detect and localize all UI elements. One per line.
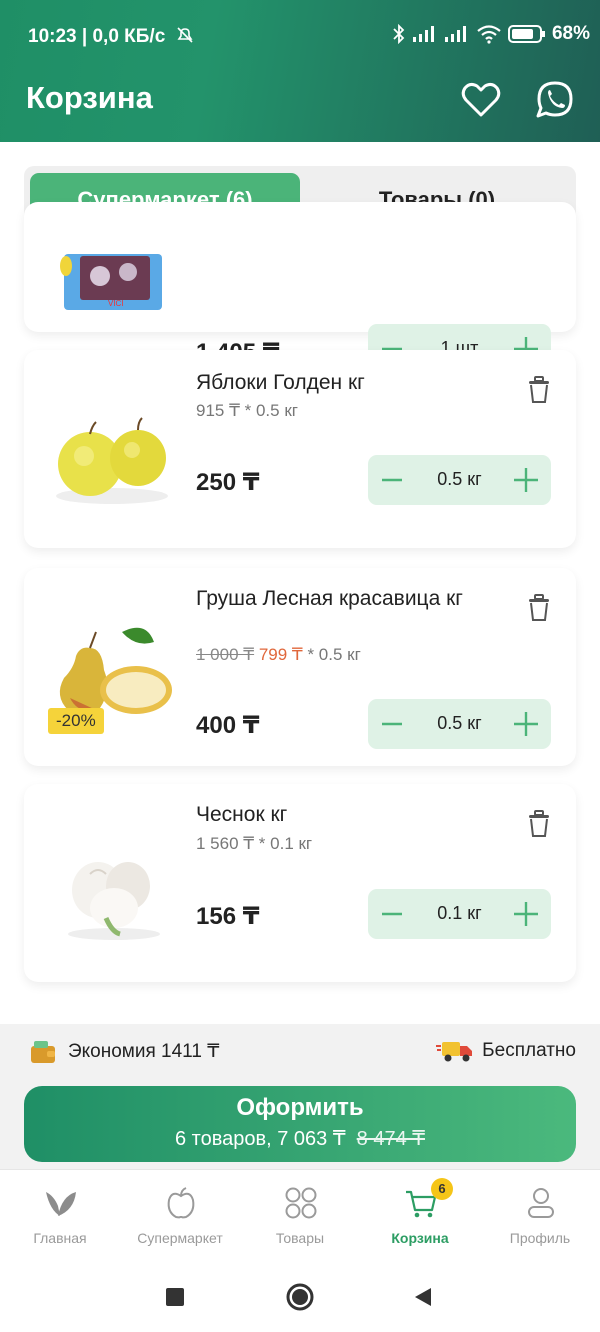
product-image: VICI	[60, 254, 162, 310]
product-name: Груша Лесная красавица кг	[196, 587, 463, 610]
tab-profile[interactable]: Профиль	[480, 1170, 600, 1262]
svg-text:VICI: VICI	[108, 299, 124, 308]
tab-supermarket-nav[interactable]: Супермаркет	[120, 1170, 240, 1262]
page-title: Корзина	[26, 80, 153, 115]
cart-summary: Экономия 1411 ₸ Бесплатно Оформить 6 тов…	[0, 1024, 600, 1169]
decrease-button[interactable]	[380, 889, 404, 939]
old-price: 1 000 ₸	[196, 645, 255, 664]
increase-button[interactable]	[513, 889, 539, 939]
signal-icon-2	[444, 26, 466, 42]
tab-label: Корзина	[391, 1230, 449, 1246]
bluetooth-icon	[393, 24, 405, 44]
decrease-button[interactable]	[380, 699, 404, 749]
wallet-icon	[31, 1041, 55, 1063]
grid-icon	[285, 1187, 317, 1219]
bottom-tab-bar: Главная Супермаркет Товары 6 Корзина Про…	[0, 1169, 600, 1261]
back-nav-icon[interactable]	[412, 1286, 434, 1308]
quantity-value: 0.1 кг	[437, 903, 482, 923]
delivery-info: Бесплатно	[436, 1038, 576, 1064]
economy-info: Экономия 1411 ₸	[30, 1038, 219, 1064]
checkout-summary: 6 товаров, 7 063 ₸	[174, 1128, 346, 1150]
economy-text: Экономия 1411 ₸	[68, 1040, 220, 1062]
delivery-truck-icon	[436, 1042, 473, 1062]
delivery-text: Бесплатно	[482, 1040, 576, 1061]
favorites-heart-icon[interactable]	[459, 78, 503, 122]
discount-badge: -20%	[48, 708, 104, 734]
product-image	[68, 862, 160, 940]
tab-label: Товары	[275, 1230, 325, 1246]
increase-button[interactable]	[513, 455, 539, 505]
trash-icon[interactable]	[526, 374, 552, 404]
tab-home[interactable]: Главная	[0, 1170, 120, 1262]
recent-apps-icon[interactable]	[164, 1286, 186, 1308]
checkout-button[interactable]: Оформить 6 товаров, 7 063 ₸ 8 474 ₸	[24, 1086, 576, 1162]
battery-icon	[507, 25, 545, 43]
trash-icon[interactable]	[526, 808, 552, 838]
app-header: 10:23 | 0,0 КБ/с 68% Корзина	[0, 0, 600, 142]
tab-label: Профиль	[509, 1230, 571, 1246]
battery-level: 68%	[551, 23, 590, 44]
item-total: 250 ₸	[196, 469, 260, 496]
cart-item: -20% Груша Лесная красавица кг 1 000 ₸ 7…	[24, 568, 576, 766]
status-time: 10:23	[28, 26, 77, 47]
unit-suffix: * 0.5 кг	[302, 645, 361, 664]
status-bar: 10:23 | 0,0 КБ/с 68%	[0, 0, 600, 60]
item-total: 400 ₸	[196, 712, 260, 739]
tab-goods-nav[interactable]: Товары	[240, 1170, 360, 1262]
decrease-button[interactable]	[380, 455, 404, 505]
cart-item: Чеснок кг 1 560 ₸ * 0.1 кг 156 ₸ 0.1 кг	[24, 784, 576, 982]
trash-icon[interactable]	[526, 592, 552, 622]
quantity-stepper: 0.1 кг	[368, 889, 551, 939]
cart-item: VICI 1 405 ₸ 1 шт	[24, 202, 576, 374]
quantity-value: 0.5 кг	[437, 713, 482, 733]
increase-button[interactable]	[513, 699, 539, 749]
unit-price: 1 560 ₸ * 0.1 кг	[196, 834, 313, 853]
status-net: | 0,0 КБ/с	[81, 26, 166, 47]
unit-price: 915 ₸ * 0.5 кг	[196, 401, 298, 420]
whatsapp-icon[interactable]	[533, 78, 577, 122]
quantity-stepper: 0.5 кг	[368, 699, 551, 749]
item-total: 156 ₸	[196, 903, 260, 930]
new-price: 799 ₸	[258, 645, 303, 664]
cart-item: Яблоки Голден кг 915 ₸ * 0.5 кг 250 ₸ 0.…	[24, 350, 576, 548]
profile-icon	[528, 1188, 554, 1218]
cart-count-badge: 6	[431, 1178, 453, 1200]
checkout-old-total: 8 474 ₸	[356, 1128, 426, 1150]
system-nav-bar	[0, 1261, 600, 1332]
tab-cart[interactable]: 6 Корзина	[360, 1170, 480, 1262]
unit-price: 1 000 ₸ 799 ₸ * 0.5 кг	[196, 645, 361, 665]
product-name: Яблоки Голден кг	[196, 371, 365, 394]
bell-off-icon	[176, 27, 193, 43]
quantity-value: 0.5 кг	[437, 469, 482, 489]
product-image	[56, 417, 168, 504]
tab-label: Главная	[33, 1230, 87, 1246]
wifi-icon	[477, 25, 501, 44]
checkout-title: Оформить	[236, 1094, 364, 1121]
apple-icon	[167, 1187, 195, 1219]
quantity-stepper: 0.5 кг	[368, 455, 551, 505]
product-name: Чеснок кг	[196, 803, 288, 826]
home-nav-icon[interactable]	[285, 1282, 315, 1312]
signal-icon	[412, 26, 434, 42]
cart-content: Супермаркет (6) Товары (0) VICI 1 405 ₸ …	[0, 142, 600, 1024]
home-logo-icon	[46, 1192, 76, 1216]
tab-label: Супермаркет	[137, 1230, 223, 1246]
